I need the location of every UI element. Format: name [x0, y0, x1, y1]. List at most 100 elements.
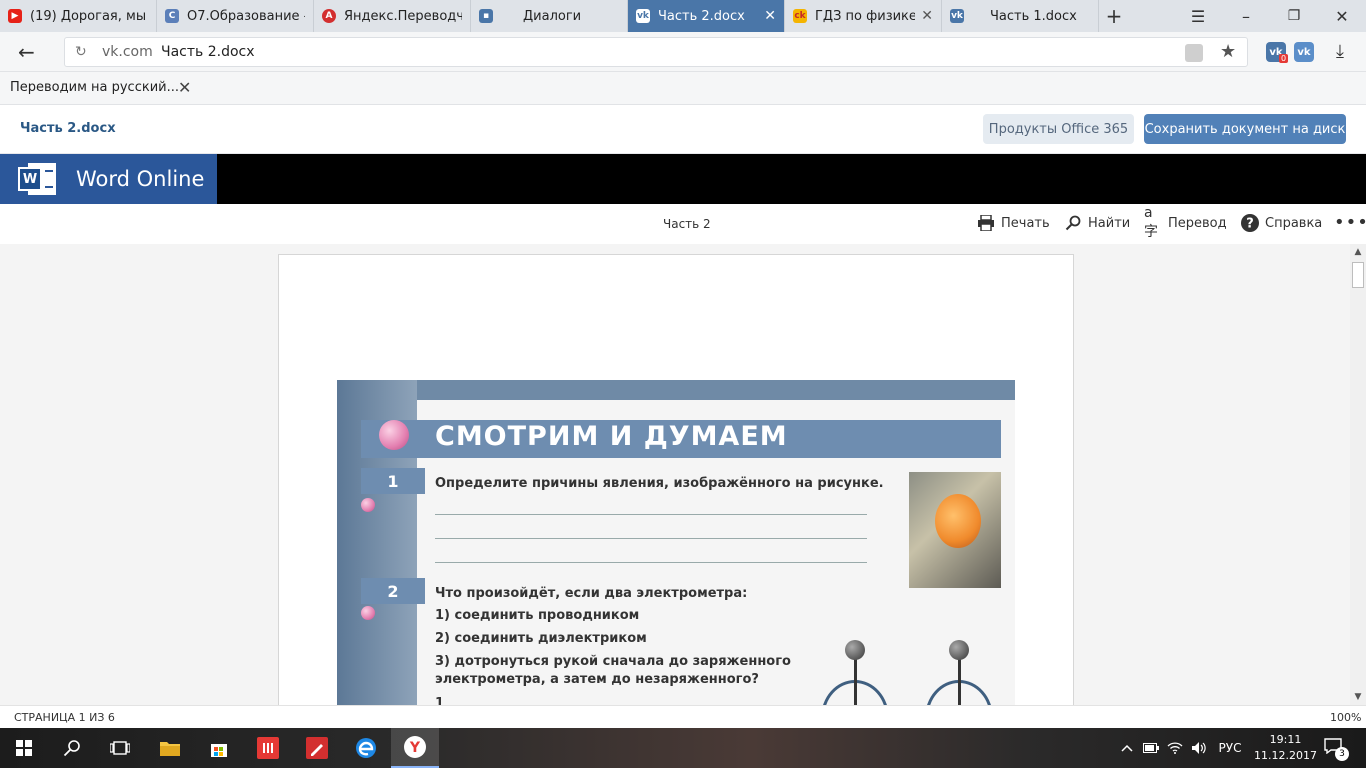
tab-label: ГДЗ по физике: [815, 8, 916, 24]
translate-label: Перевод: [1168, 215, 1227, 231]
balloon-icon: [935, 494, 981, 548]
tab-youtube[interactable]: ▶ (19) Дорогая, мы уб: [0, 0, 157, 32]
yandex-translate-icon: A: [322, 9, 336, 23]
document-area[interactable]: СМОТРИМ И ДУМАЕМ 1 Определите причины яв…: [0, 244, 1366, 705]
question-number: 1: [361, 468, 425, 494]
print-button[interactable]: Печать: [977, 214, 1050, 232]
download-icon[interactable]: ⤓: [1336, 41, 1344, 62]
battery-icon[interactable]: [1142, 728, 1160, 768]
svg-text:?: ?: [1246, 217, 1254, 232]
browser-menu-icon[interactable]: ☰: [1184, 0, 1212, 32]
help-button[interactable]: ? Справка: [1241, 214, 1322, 232]
tab-label: Диалоги: [523, 8, 582, 24]
minimize-icon[interactable]: –: [1232, 0, 1260, 32]
translate-button[interactable]: a字 Перевод: [1144, 205, 1227, 240]
system-clock[interactable]: 19:11 11.12.2017: [1254, 732, 1317, 764]
url-page-title: Часть 2.docx: [161, 44, 255, 60]
app-red-icon[interactable]: [244, 728, 292, 768]
gdz-icon: ck: [793, 9, 807, 23]
url-field[interactable]: ↻ vk.com Часть 2.docx ★: [64, 37, 1248, 67]
tab-part1-docx[interactable]: vk Часть 1.docx: [942, 0, 1099, 32]
tab-part2-docx[interactable]: vk Часть 2.docx ✕: [628, 0, 785, 32]
vertical-scrollbar[interactable]: ▲ ▼: [1350, 244, 1366, 705]
clock-date: 11.12.2017: [1254, 749, 1317, 762]
close-tab-icon[interactable]: ✕: [921, 8, 933, 24]
store-icon[interactable]: [195, 728, 243, 768]
youtube-icon: ▶: [8, 9, 22, 23]
word-logo-icon: W: [18, 161, 56, 197]
pink-bullet-icon: [361, 606, 375, 620]
more-options-icon[interactable]: •••: [1334, 212, 1366, 233]
tab-label: Яндекс.Переводчик: [344, 8, 462, 24]
zoom-level[interactable]: 100%: [1330, 711, 1361, 724]
save-to-disk-button[interactable]: Сохранить документ на диск: [1144, 114, 1346, 144]
close-icon[interactable]: ✕: [178, 78, 191, 97]
yandex-browser-icon[interactable]: Y: [391, 728, 439, 768]
tab-yandex-translate[interactable]: A Яндекс.Переводчик: [314, 0, 471, 32]
scroll-down-icon[interactable]: ▼: [1350, 689, 1366, 705]
question-option: электрометра, а затем до незаряженного?: [435, 672, 759, 687]
close-window-icon[interactable]: ✕: [1328, 0, 1356, 32]
find-label: Найти: [1088, 215, 1131, 231]
question-text: Что произойдёт, если два электрометра:: [435, 586, 748, 601]
word-online-header: W Word Online: [0, 154, 1366, 204]
tab-label: О7.Образование - Л: [187, 8, 305, 24]
lock-icon[interactable]: [1185, 44, 1203, 62]
site-icon: C: [165, 9, 179, 23]
word-brand[interactable]: W Word Online: [0, 154, 217, 204]
bookmark-star-icon[interactable]: ★: [1220, 41, 1236, 62]
tab-gdz-physics[interactable]: ck ГДЗ по физике ✕: [785, 0, 942, 32]
vk-messenger-extension-icon[interactable]: vk: [1294, 42, 1314, 62]
scroll-up-icon[interactable]: ▲: [1350, 244, 1366, 260]
url-domain: vk.com: [102, 44, 153, 60]
clock-time: 19:11: [1269, 733, 1302, 746]
office-products-button[interactable]: Продукты Office 365: [983, 114, 1134, 144]
address-bar: ← ↻ vk.com Часть 2.docx ★ vk 0 vk ⤓: [0, 32, 1366, 72]
document-page: СМОТРИМ И ДУМАЕМ 1 Определите причины яв…: [278, 254, 1074, 705]
tab-dialogs[interactable]: ▪ Диалоги: [471, 0, 628, 32]
answer-line: [435, 514, 867, 515]
answer-line: [435, 562, 867, 563]
volume-icon[interactable]: [1190, 728, 1208, 768]
back-arrow-icon[interactable]: ←: [18, 40, 35, 64]
answer-number: 1: [435, 696, 445, 705]
reload-icon[interactable]: ↻: [75, 44, 87, 60]
vk-icon: vk: [636, 9, 650, 23]
vk-icon: vk: [950, 9, 964, 23]
start-button[interactable]: [0, 728, 48, 768]
tab-education[interactable]: C О7.Образование - Л: [157, 0, 314, 32]
vk-document-header: Часть 2.docx Продукты Office 365 Сохрани…: [0, 105, 1366, 154]
file-explorer-icon[interactable]: [146, 728, 194, 768]
question-text: Определите причины явления, изображённог…: [435, 476, 884, 491]
show-hidden-icons-icon[interactable]: [1118, 728, 1136, 768]
search-icon[interactable]: [48, 728, 96, 768]
new-tab-button[interactable]: +: [1100, 0, 1128, 32]
question-option: 3) дотронуться рукой сначала до заряженн…: [435, 654, 791, 669]
word-status-bar: СТРАНИЦА 1 ИЗ 6 100%: [0, 705, 1366, 728]
edge-icon[interactable]: [342, 728, 390, 768]
close-tab-icon[interactable]: ✕: [764, 8, 776, 24]
app-pen-icon[interactable]: [293, 728, 341, 768]
translate-status: Переводим на русский...: [10, 80, 179, 95]
restore-icon[interactable]: ❐: [1280, 0, 1308, 32]
find-button[interactable]: Найти: [1064, 214, 1130, 232]
electrometer-image: [925, 640, 995, 705]
notification-count: 3: [1335, 747, 1349, 761]
page-count: СТРАНИЦА 1 ИЗ 6: [14, 711, 115, 724]
task-view-icon[interactable]: [96, 728, 144, 768]
input-language[interactable]: РУС: [1216, 728, 1244, 768]
browser-tab-strip: ▶ (19) Дорогая, мы уб C О7.Образование -…: [0, 0, 1366, 32]
tab-label: (19) Дорогая, мы уб: [30, 8, 148, 24]
translate-icon: a字: [1144, 205, 1158, 240]
translate-bar: Переводим на русский... ✕: [0, 72, 1366, 105]
scanned-textbook-image: СМОТРИМ И ДУМАЕМ 1 Определите причины яв…: [337, 380, 1015, 705]
windows-taskbar: Y РУС 19:11 11.12.2017 3: [0, 728, 1366, 768]
wifi-icon[interactable]: [1166, 728, 1184, 768]
help-label: Справка: [1265, 215, 1323, 231]
app-name: Word Online: [76, 167, 205, 191]
scroll-thumb[interactable]: [1352, 262, 1364, 288]
search-icon: [1064, 214, 1082, 232]
document-title: Часть 2: [663, 217, 711, 231]
document-name[interactable]: Часть 2.docx: [20, 121, 116, 136]
pink-bullet-icon: [379, 420, 409, 450]
